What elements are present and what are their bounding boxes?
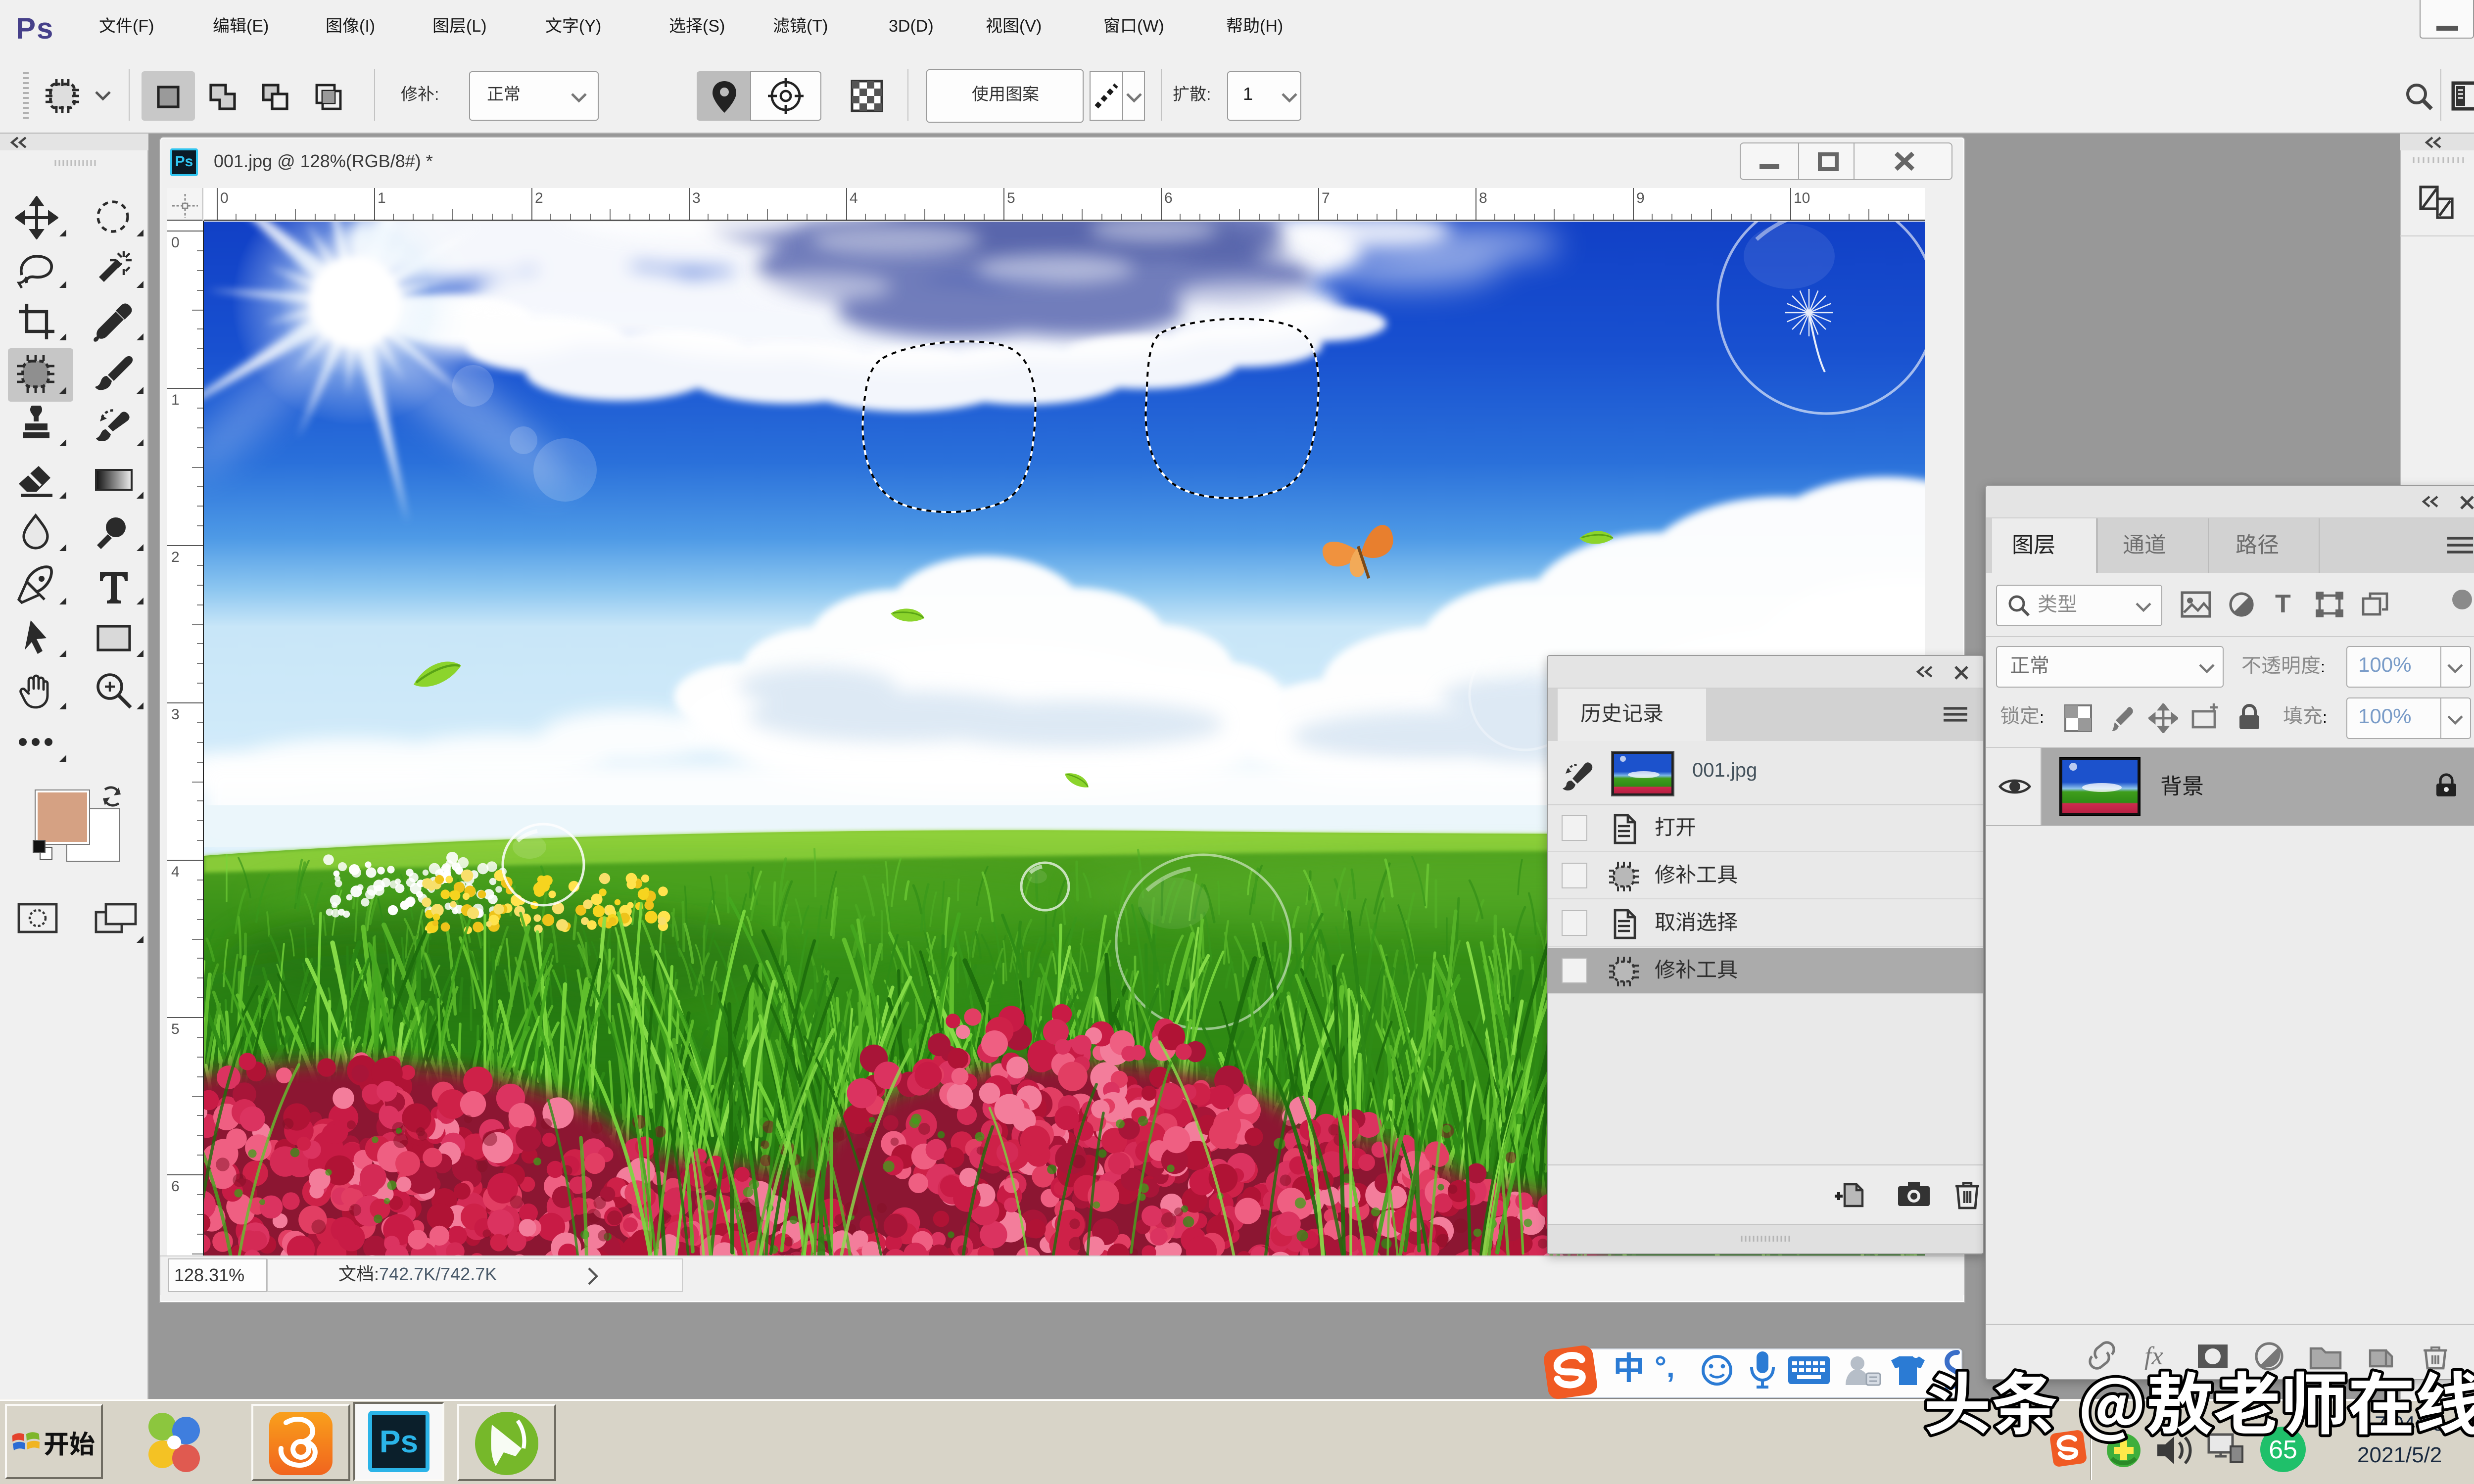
svg-text:fx: fx xyxy=(2144,1342,2163,1370)
svg-text:65: 65 xyxy=(2269,1436,2297,1464)
